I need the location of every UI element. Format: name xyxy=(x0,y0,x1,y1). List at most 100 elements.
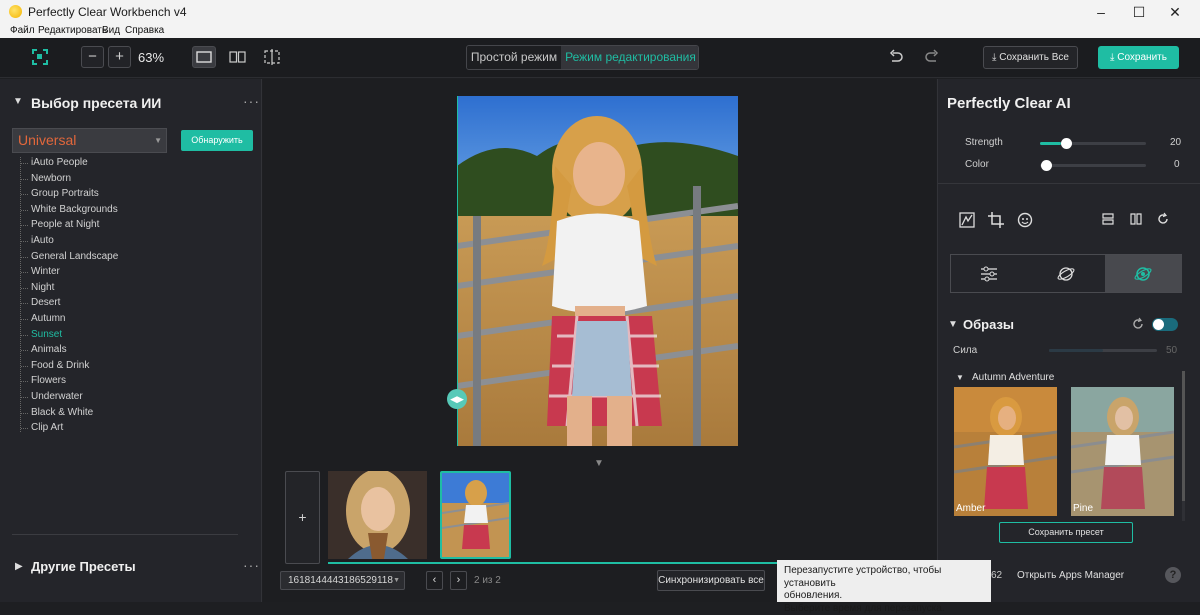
sync-all-button[interactable]: Синхронизировать все xyxy=(657,570,765,591)
preset-item[interactable]: Clip Art xyxy=(31,422,63,433)
color-slider[interactable] xyxy=(1040,164,1146,167)
prev-image-button[interactable]: ‹ xyxy=(426,571,443,590)
apps-manager-link[interactable]: Открыть Apps Manager xyxy=(1017,570,1124,581)
right-panel: Perfectly Clear AI Strength 20 Color 0 ▼… xyxy=(937,79,1200,602)
single-view-icon xyxy=(196,51,212,63)
zoom-in-button[interactable]: + xyxy=(108,46,131,68)
preset-tree: iAuto People Newborn Group Portraits Whi… xyxy=(20,157,21,432)
scroll-indicator[interactable] xyxy=(328,562,777,564)
file-select[interactable]: 1618144443186529118 ▼ xyxy=(280,571,405,590)
collapse-caret-icon[interactable]: ▼ xyxy=(13,96,23,107)
preset-item[interactable]: iAuto xyxy=(31,235,54,246)
preset-item-active[interactable]: Sunset xyxy=(31,329,62,340)
face-icon[interactable] xyxy=(1017,212,1033,228)
rotate-icon[interactable] xyxy=(1156,212,1170,226)
flip-horizontal-icon[interactable] xyxy=(1129,212,1143,226)
save-label: Сохранить xyxy=(1117,52,1167,63)
looks-icon xyxy=(1134,265,1152,283)
notification-line-1: Перезапустите устройство, чтобы установи… xyxy=(784,565,984,590)
save-preset-button[interactable]: Сохранить пресет xyxy=(999,522,1133,543)
close-button[interactable]: ✕ xyxy=(1152,0,1198,24)
tab-simple-mode[interactable]: Простой режим xyxy=(467,46,561,69)
thumbnail-selected[interactable] xyxy=(440,471,511,559)
undo-icon[interactable] xyxy=(888,49,904,65)
color-slider-knob[interactable] xyxy=(1041,160,1052,171)
add-image-button[interactable]: + xyxy=(285,471,320,564)
fit-screen-icon[interactable] xyxy=(31,48,49,66)
preset-item[interactable]: Underwater xyxy=(31,391,83,402)
update-notification[interactable]: Перезапустите устройство, чтобы установи… xyxy=(777,560,991,602)
adjust-tabs xyxy=(950,254,1182,293)
redo-icon[interactable] xyxy=(924,49,940,65)
save-all-label: Сохранить Все xyxy=(999,52,1069,63)
detect-button[interactable]: Обнаружить xyxy=(181,130,253,151)
histogram-icon[interactable] xyxy=(959,212,975,228)
color-label: Color xyxy=(965,159,989,170)
strength-slider-knob[interactable] xyxy=(1061,138,1072,149)
left-panel: ▼ Выбор пресета ИИ ··· Universal ▼ Обнар… xyxy=(0,79,262,602)
menu-view[interactable]: Вид xyxy=(102,25,120,36)
preset-item[interactable]: Desert xyxy=(31,297,60,308)
window-title: Perfectly Clear Workbench v4 xyxy=(28,5,187,19)
save-button[interactable]: ⤓ Сохранить xyxy=(1098,46,1179,69)
thumbnail[interactable] xyxy=(328,471,427,559)
toggle-knob xyxy=(1153,319,1164,330)
looks-scrollbar[interactable] xyxy=(1182,371,1185,521)
compare-view-icon[interactable] xyxy=(263,49,281,65)
looks-toggle[interactable] xyxy=(1152,318,1178,331)
looks-scrollbar-thumb[interactable] xyxy=(1182,371,1185,501)
status-count: 62 xyxy=(991,570,1002,581)
zoom-out-button[interactable]: − xyxy=(81,46,104,68)
title-bar: Perfectly Clear Workbench v4 – ☐ ✕ xyxy=(0,0,1200,24)
preset-item[interactable]: Autumn xyxy=(31,313,65,324)
download-icon: ⤓ xyxy=(992,52,996,63)
split-view-icon[interactable] xyxy=(229,51,246,63)
planet-icon xyxy=(1057,265,1075,283)
preset-select[interactable]: Universal ▼ xyxy=(12,128,167,153)
preset-item[interactable]: Black & White xyxy=(31,407,93,418)
tab-looks[interactable] xyxy=(1105,255,1182,292)
chevron-down-icon: ▼ xyxy=(393,572,400,589)
more-options-icon[interactable]: ··· xyxy=(243,93,260,109)
preset-item[interactable]: Newborn xyxy=(31,173,71,184)
strength-label: Strength xyxy=(965,137,1003,148)
next-image-button[interactable]: › xyxy=(450,571,467,590)
tab-ai-tools[interactable] xyxy=(1028,255,1105,292)
preset-item[interactable]: iAuto People xyxy=(31,157,88,168)
looks-group-title: Autumn Adventure xyxy=(972,372,1054,383)
single-view-button[interactable] xyxy=(192,46,216,68)
preset-item[interactable]: Animals xyxy=(31,344,67,355)
tab-adjustments[interactable] xyxy=(951,255,1028,292)
preset-item[interactable]: Winter xyxy=(31,266,60,277)
look-card-pine[interactable]: Pine xyxy=(1071,387,1174,516)
preset-item[interactable]: Flowers xyxy=(31,375,66,386)
split-handle-icon[interactable]: ◀▶ xyxy=(447,389,467,409)
reset-icon[interactable] xyxy=(1131,317,1145,331)
strength-slider-fill xyxy=(1040,142,1061,145)
expand-caret-icon[interactable]: ▶ xyxy=(15,561,23,572)
look-card-amber[interactable]: Amber xyxy=(954,387,1057,516)
preset-item[interactable]: Food & Drink xyxy=(31,360,89,371)
collapse-caret-icon[interactable]: ▼ xyxy=(948,319,958,330)
preset-item[interactable]: Group Portraits xyxy=(31,188,99,199)
preset-item[interactable]: Night xyxy=(31,282,54,293)
sila-slider-fill xyxy=(1049,349,1103,352)
preset-item[interactable]: White Backgrounds xyxy=(31,204,118,215)
menu-help[interactable]: Справка xyxy=(125,25,164,36)
collapse-caret-icon[interactable]: ▼ xyxy=(956,373,964,382)
preset-item[interactable]: People at Night xyxy=(31,219,99,230)
right-panel-title: Perfectly Clear AI xyxy=(947,95,1071,112)
crop-icon[interactable] xyxy=(988,212,1004,228)
help-icon[interactable]: ? xyxy=(1165,567,1181,583)
chevron-down-icon[interactable]: ▼ xyxy=(594,458,604,469)
chevron-down-icon: ▼ xyxy=(154,129,162,152)
preset-item[interactable]: General Landscape xyxy=(31,251,118,262)
flip-vertical-icon[interactable] xyxy=(1101,212,1115,226)
more-options-icon[interactable]: ··· xyxy=(243,557,260,573)
menu-file[interactable]: Файл xyxy=(10,25,35,36)
strength-sila-label: Сила xyxy=(953,345,977,356)
menu-edit[interactable]: Редактировать xyxy=(38,25,107,36)
save-all-button[interactable]: ⤓ Сохранить Все xyxy=(983,46,1078,69)
looks-title: Образы xyxy=(963,317,1014,332)
tab-edit-mode[interactable]: Режим редактирования xyxy=(561,46,699,69)
